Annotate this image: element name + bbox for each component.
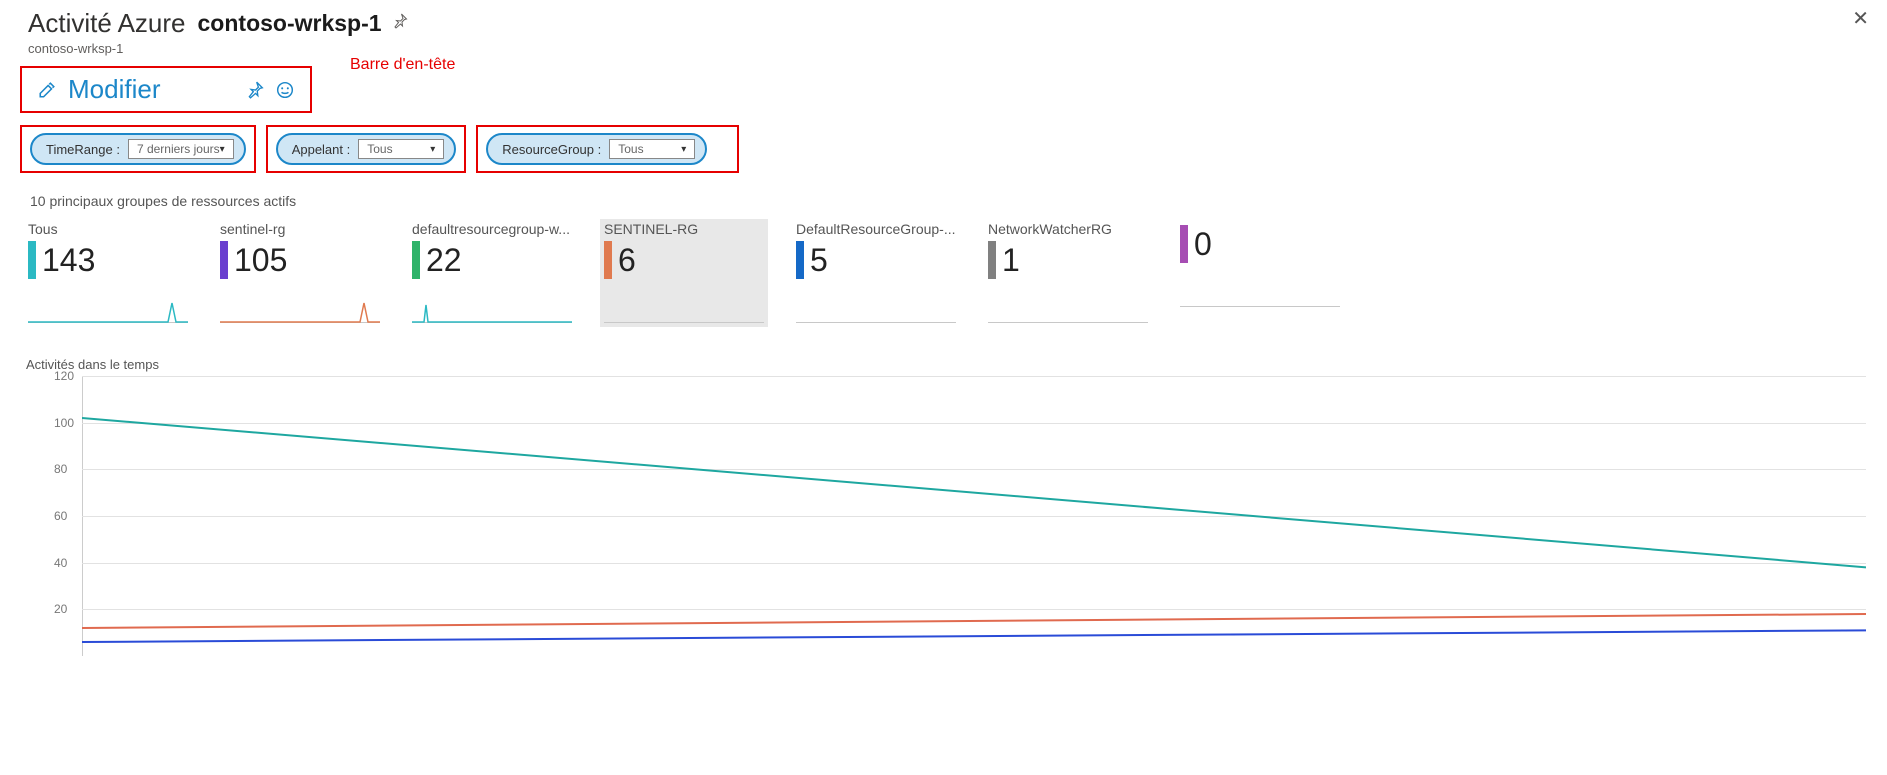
chart-ytick: 100 <box>54 416 74 430</box>
card-accent-bar <box>28 241 36 279</box>
filter-caller-value: Tous <box>367 142 392 156</box>
workspace-name: contoso-wrksp-1 <box>198 10 382 37</box>
resource-group-card[interactable]: Tous 143 <box>24 219 192 327</box>
card-sparkline <box>796 297 956 323</box>
card-value: 0 <box>1194 226 1212 263</box>
chart-svg <box>82 376 1866 656</box>
resource-group-card[interactable]: defaultresourcegroup-w... 22 <box>408 219 576 327</box>
resource-group-card[interactable]: sentinel-rg 105 <box>216 219 384 327</box>
card-sparkline <box>1180 281 1340 307</box>
card-label: Tous <box>28 221 188 237</box>
filter-resourcegroup[interactable]: ResourceGroup : Tous ▾ <box>486 133 707 165</box>
filter-timerange-label: TimeRange : <box>46 142 120 157</box>
pin-icon[interactable] <box>246 81 264 99</box>
card-label: SENTINEL-RG <box>604 221 764 237</box>
breadcrumb: contoso-wrksp-1 <box>20 39 1867 64</box>
card-sparkline <box>988 297 1148 323</box>
filter-resourcegroup-label: ResourceGroup : <box>502 142 601 157</box>
close-icon[interactable]: ✕ <box>1852 6 1869 31</box>
filter-resourcegroup-value: Tous <box>618 142 643 156</box>
chart-ytick: 120 <box>54 369 74 383</box>
card-value: 6 <box>618 242 636 279</box>
chart-ytick: 80 <box>54 462 67 476</box>
chart-ytick: 60 <box>54 509 67 523</box>
card-value: 1 <box>1002 242 1020 279</box>
resource-group-card[interactable]: 0 <box>1176 219 1344 327</box>
filters-row: TimeRange : 7 derniers jours ▾ Appelant … <box>20 125 1867 173</box>
filter-caller[interactable]: Appelant : Tous ▾ <box>276 133 457 165</box>
card-sparkline <box>220 297 380 323</box>
filter-caller-outline: Appelant : Tous ▾ <box>266 125 467 173</box>
filter-timerange-select[interactable]: 7 derniers jours ▾ <box>128 139 234 159</box>
filter-resourcegroup-select[interactable]: Tous ▾ <box>609 139 695 159</box>
chart-series-line <box>82 630 1866 642</box>
card-label: sentinel-rg <box>220 221 380 237</box>
edit-icon[interactable] <box>38 81 56 99</box>
card-value: 143 <box>42 242 95 279</box>
toolbar: Modifier <box>20 66 312 113</box>
card-value: 105 <box>234 242 287 279</box>
filter-caller-select[interactable]: Tous ▾ <box>358 139 444 159</box>
card-accent-bar <box>412 241 420 279</box>
card-accent-bar <box>796 241 804 279</box>
chevron-down-icon: ▾ <box>681 144 686 155</box>
activities-chart: 20406080100120 <box>26 376 1866 656</box>
card-label: DefaultResourceGroup-... <box>796 221 956 237</box>
card-label: NetworkWatcherRG <box>988 221 1148 237</box>
resource-group-cards: Tous143sentinel-rg105defaultresourcegrou… <box>24 219 1863 327</box>
modifier-button[interactable]: Modifier <box>68 74 160 105</box>
card-sparkline <box>412 297 572 323</box>
filter-timerange[interactable]: TimeRange : 7 derniers jours ▾ <box>30 133 246 165</box>
chart-ytick: 20 <box>54 602 67 616</box>
card-label: defaultresourcegroup-w... <box>412 221 572 237</box>
page-title: Activité Azure <box>28 8 186 39</box>
filter-caller-label: Appelant : <box>292 142 351 157</box>
chevron-down-icon: ▾ <box>430 144 435 155</box>
resource-group-card[interactable]: NetworkWatcherRG 1 <box>984 219 1152 327</box>
section-activities-title: Activités dans le temps <box>26 357 1867 372</box>
card-accent-bar <box>220 241 228 279</box>
card-accent-bar <box>1180 225 1188 263</box>
section-top-groups-title: 10 principaux groupes de ressources acti… <box>30 193 1867 209</box>
chart-series-line <box>82 418 1866 567</box>
filter-timerange-outline: TimeRange : 7 derniers jours ▾ <box>20 125 256 173</box>
card-sparkline <box>28 297 188 323</box>
resource-group-card[interactable]: SENTINEL-RG 6 <box>600 219 768 327</box>
card-value: 22 <box>426 242 462 279</box>
filter-resourcegroup-outline: ResourceGroup : Tous ▾ <box>476 125 739 173</box>
page-header: Activité Azure contoso-wrksp-1 ✕ <box>20 0 1867 39</box>
pin-icon[interactable] <box>392 13 408 34</box>
card-sparkline <box>604 297 764 323</box>
filter-timerange-value: 7 derniers jours <box>137 142 220 156</box>
chart-ytick: 40 <box>54 556 67 570</box>
card-value: 5 <box>810 242 828 279</box>
chart-series-line <box>82 614 1866 628</box>
card-accent-bar <box>604 241 612 279</box>
feedback-icon[interactable] <box>276 81 294 99</box>
chevron-down-icon: ▾ <box>220 144 225 155</box>
card-accent-bar <box>988 241 996 279</box>
resource-group-card[interactable]: DefaultResourceGroup-... 5 <box>792 219 960 327</box>
